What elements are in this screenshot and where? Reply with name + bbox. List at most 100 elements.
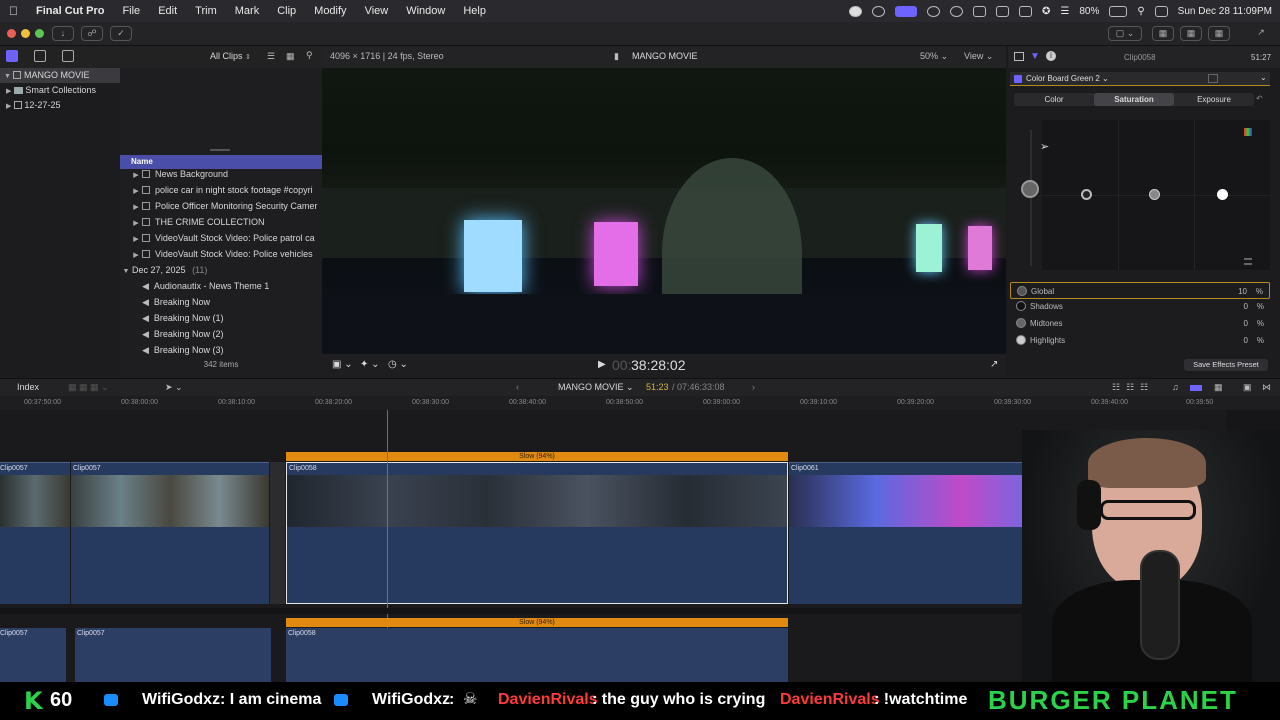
effect-checkbox[interactable] bbox=[1014, 75, 1022, 83]
arrow-tool-icon[interactable]: ➤ ⌄ bbox=[165, 382, 183, 393]
layout-inspector-button[interactable]: ▦ bbox=[1208, 26, 1230, 41]
export-button[interactable]: ↗ bbox=[1250, 26, 1272, 41]
timecode-display[interactable]: 38:28:02 bbox=[631, 357, 686, 373]
switch-icon[interactable] bbox=[1154, 5, 1168, 17]
clip-appearance-icon[interactable] bbox=[1190, 385, 1202, 391]
menu-view[interactable]: View bbox=[356, 5, 398, 17]
timeline-ruler[interactable]: 00:37:50:00 00:38:00:00 00:38:10:00 00:3… bbox=[0, 396, 1280, 410]
browser-row[interactable]: ▶ VideoVault Stock Video: Police patrol c… bbox=[120, 230, 322, 246]
disclosure-triangle-icon[interactable]: ▶ bbox=[130, 184, 142, 198]
audio-row[interactable]: ◀ Audionautix - News Theme 1 bbox=[120, 278, 322, 294]
audio-retime-bar[interactable]: Slow (94%) bbox=[286, 618, 788, 627]
apple-icon[interactable]:  bbox=[0, 4, 27, 18]
param-midtones[interactable]: Midtones 0 % bbox=[1010, 315, 1270, 332]
zoom-dropdown[interactable]: 50% ⌄ bbox=[920, 51, 948, 62]
index-button[interactable]: Index bbox=[17, 382, 39, 392]
grid-icon[interactable] bbox=[926, 5, 940, 17]
list-view-icon[interactable]: ☰ bbox=[267, 51, 275, 62]
rgb-overlay-icon[interactable] bbox=[1244, 128, 1252, 136]
disclosure-triangle-icon[interactable]: ▶ bbox=[130, 248, 142, 262]
param-shadows[interactable]: Shadows 0 % bbox=[1010, 298, 1270, 315]
library-item[interactable]: ▼ MANGO MOVIE bbox=[0, 68, 120, 83]
effect-selector[interactable]: Color Board Green 2 ⌄ ⌄ bbox=[1010, 72, 1270, 86]
filmstrip-icon[interactable]: ▦ bbox=[286, 51, 295, 62]
layout-browser-button[interactable]: ▦ bbox=[1152, 26, 1174, 41]
media-browser-icon[interactable] bbox=[6, 50, 18, 62]
titles-icon[interactable] bbox=[62, 50, 74, 62]
disclosure-triangle-icon[interactable]: ▶ bbox=[130, 168, 142, 182]
color-inspector-icon[interactable]: ▼ bbox=[1030, 51, 1040, 62]
menu-clip[interactable]: Clip bbox=[268, 5, 305, 17]
param-global[interactable]: Global 10 % bbox=[1010, 282, 1270, 299]
minimize-window-button[interactable] bbox=[21, 29, 30, 38]
share-button[interactable]: ▢ ⌄ bbox=[1108, 26, 1142, 41]
menu-help[interactable]: Help bbox=[454, 5, 495, 17]
display-icon[interactable] bbox=[995, 5, 1009, 17]
timeline-tools-icon[interactable]: ☷☷☷ bbox=[1112, 382, 1154, 393]
disclosure-triangle-icon[interactable]: ▼ bbox=[4, 73, 11, 80]
audio-clip[interactable]: Clip0057 bbox=[75, 628, 271, 688]
disclosure-triangle-icon[interactable]: ▶ bbox=[130, 232, 142, 246]
timeline-clip-selected[interactable]: Clip0058 bbox=[286, 462, 788, 604]
disclosure-triangle-icon[interactable]: ▼ bbox=[120, 264, 132, 278]
audio-clip[interactable]: Clip0057 bbox=[0, 628, 66, 688]
library-item[interactable]: ▶ Smart Collections bbox=[0, 83, 120, 98]
browser-row[interactable]: ▶ News Background bbox=[120, 166, 322, 182]
effects-browser-icon[interactable]: ▣ bbox=[1243, 382, 1252, 393]
scroll-divider[interactable] bbox=[210, 149, 230, 151]
audio-row[interactable]: ◀ Breaking Now (3) bbox=[120, 342, 322, 358]
timeline-index-icon[interactable]: ▦ bbox=[1214, 382, 1223, 393]
audio-row[interactable]: ◀ Breaking Now bbox=[120, 294, 322, 310]
highlights-puck[interactable] bbox=[1217, 189, 1228, 200]
headphones-icon[interactable]: ♫ bbox=[1172, 382, 1179, 392]
layout-timeline-button[interactable]: ▦ bbox=[1180, 26, 1202, 41]
menu-app-name[interactable]: Final Cut Pro bbox=[27, 5, 113, 17]
transitions-icon[interactable]: ⋈ bbox=[1262, 382, 1271, 393]
search-icon[interactable]: ⚲ bbox=[1137, 6, 1144, 17]
play-button[interactable]: ▶ bbox=[598, 359, 606, 370]
saturation-board[interactable] bbox=[1042, 120, 1270, 270]
library-item[interactable]: ▶ 12-27-25 bbox=[0, 98, 120, 113]
disclosure-triangle-icon[interactable]: ▶ bbox=[6, 88, 11, 95]
speed-icon[interactable]: ◷ ⌄ bbox=[388, 359, 408, 370]
forward-history-icon[interactable]: › bbox=[752, 382, 755, 392]
photos-icon[interactable] bbox=[34, 50, 46, 62]
sync-icon[interactable] bbox=[871, 5, 885, 17]
connect-icon[interactable]: ▦ ▦ ▦ ⌄ bbox=[68, 382, 109, 393]
audio-clip[interactable]: Clip0058 bbox=[286, 628, 788, 688]
timeline-clip[interactable]: Clip0057 bbox=[71, 462, 269, 604]
date-group-row[interactable]: ▼ Dec 27, 2025 (11) bbox=[120, 262, 322, 278]
disclosure-triangle-icon[interactable]: ▶ bbox=[6, 103, 11, 110]
import-button[interactable]: ↓ bbox=[52, 26, 74, 41]
shadows-puck[interactable] bbox=[1081, 189, 1092, 200]
reset-icon[interactable] bbox=[1208, 74, 1218, 83]
audio-row[interactable]: ◀ Breaking Now (2) bbox=[120, 326, 322, 342]
close-window-button[interactable] bbox=[7, 29, 16, 38]
menu-edit[interactable]: Edit bbox=[149, 5, 186, 17]
timeline-clip[interactable]: Clip0057 bbox=[0, 462, 70, 604]
enhance-icon[interactable]: ✦ ⌄ bbox=[360, 359, 380, 370]
play-icon[interactable] bbox=[949, 5, 963, 17]
menu-mark[interactable]: Mark bbox=[226, 5, 268, 17]
menu-modify[interactable]: Modify bbox=[305, 5, 355, 17]
disclosure-triangle-icon[interactable]: ▶ bbox=[130, 200, 142, 214]
wifi-icon[interactable]: ☰ bbox=[1060, 6, 1069, 17]
video-inspector-icon[interactable] bbox=[1014, 52, 1024, 61]
clip-filter-dropdown[interactable]: All Clips ⇕ bbox=[210, 51, 251, 61]
menu-icon[interactable] bbox=[1244, 258, 1252, 265]
menu-trim[interactable]: Trim bbox=[186, 5, 226, 17]
clock[interactable]: Sun Dec 28 11:09PM bbox=[1178, 6, 1272, 17]
search-icon[interactable]: ⚲ bbox=[306, 50, 313, 61]
chevron-down-icon[interactable]: ⌄ bbox=[1260, 73, 1267, 82]
menu-window[interactable]: Window bbox=[397, 5, 454, 17]
browser-row[interactable]: ▶ THE CRIME COLLECTION bbox=[120, 214, 322, 230]
audio-row[interactable]: ◀ Breaking Now (1) bbox=[120, 310, 322, 326]
retime-bar[interactable]: Slow (94%) bbox=[286, 452, 788, 461]
reset-arrow-icon[interactable]: ↶ bbox=[1256, 94, 1263, 103]
control-center-icon[interactable] bbox=[894, 5, 917, 17]
menu-file[interactable]: File bbox=[113, 5, 149, 17]
zoom-window-button[interactable] bbox=[35, 29, 44, 38]
tab-exposure[interactable]: Exposure bbox=[1174, 93, 1254, 106]
record-icon[interactable] bbox=[848, 5, 862, 17]
keyboard-icon[interactable] bbox=[1018, 5, 1032, 17]
